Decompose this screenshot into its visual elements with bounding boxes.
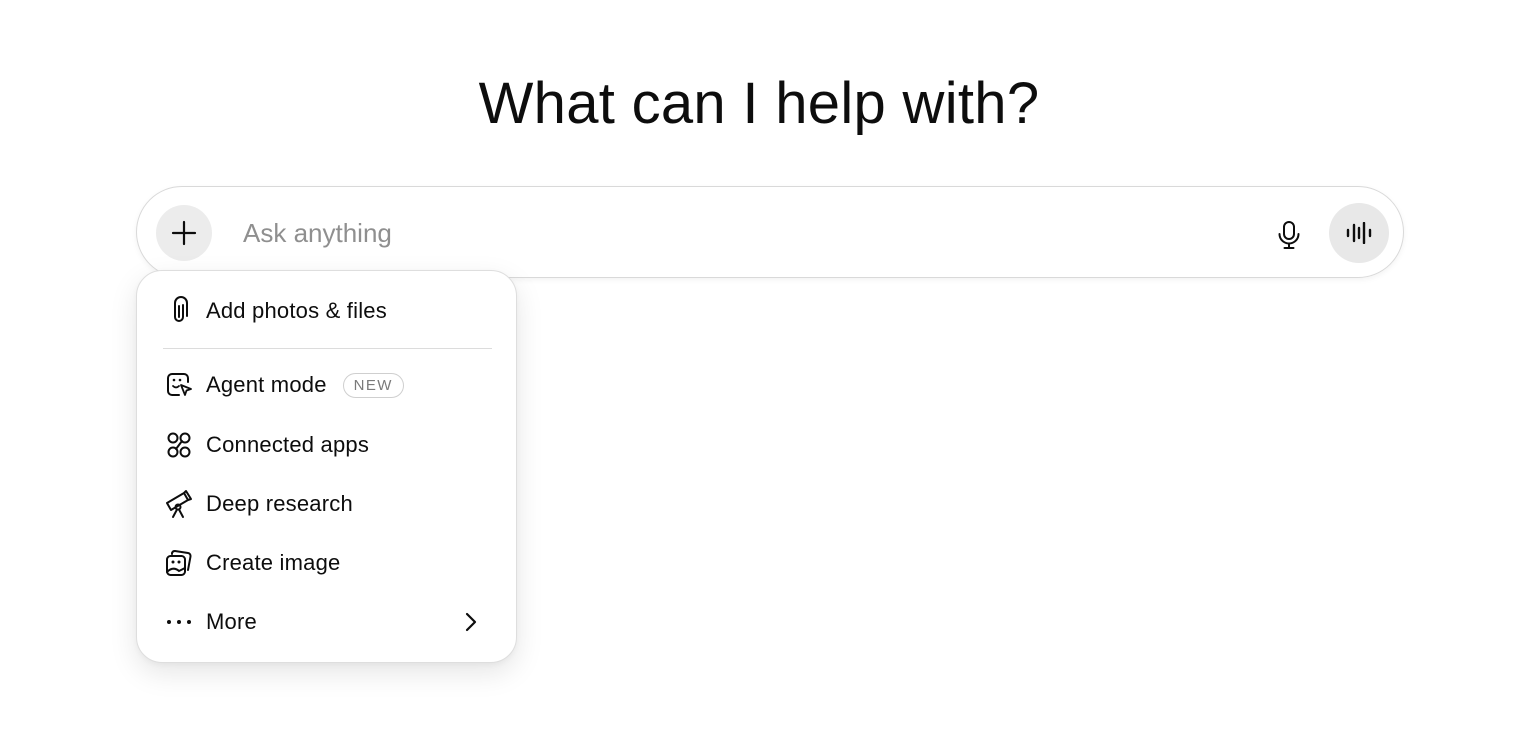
menu-item-agent-mode[interactable]: Agent mode NEW [151,361,503,409]
add-attachment-button[interactable] [156,205,212,261]
page: What can I help with? Ask anything Add p… [0,0,1518,730]
menu-item-more[interactable]: More [151,598,503,646]
menu-item-create-image[interactable]: Create image [151,539,503,587]
ellipsis-icon [164,607,194,637]
menu-item-deep-research[interactable]: Deep research [151,480,503,528]
page-title: What can I help with? [478,71,1040,136]
dictate-button[interactable] [1267,213,1311,257]
plus-icon [171,220,197,246]
agent-cursor-icon [164,370,194,400]
menu-divider [163,348,492,349]
attachment-menu: Add photos & files Agent mode NEW Connec… [136,270,517,663]
menu-item-label: Add photos & files [206,298,387,323]
menu-item-label: More [206,609,257,634]
menu-item-label: Deep research [206,491,353,516]
menu-item-label: Create image [206,550,341,575]
new-badge: NEW [342,372,404,398]
menu-item-label: Agent mode [206,372,327,397]
microphone-icon [1278,221,1300,249]
paperclip-icon [164,296,194,326]
chevron-right-icon [465,612,477,632]
voice-waveform-icon [1346,222,1372,244]
menu-item-label: Connected apps [206,432,370,457]
voice-mode-button[interactable] [1329,203,1389,263]
telescope-icon [164,489,194,519]
connected-apps-icon [164,430,194,460]
menu-item-add-photos-files[interactable]: Add photos & files [151,287,503,335]
image-icon [164,548,194,578]
composer [136,186,1404,278]
menu-item-connected-apps[interactable]: Connected apps [151,421,503,469]
prompt-input[interactable] [243,211,1143,255]
